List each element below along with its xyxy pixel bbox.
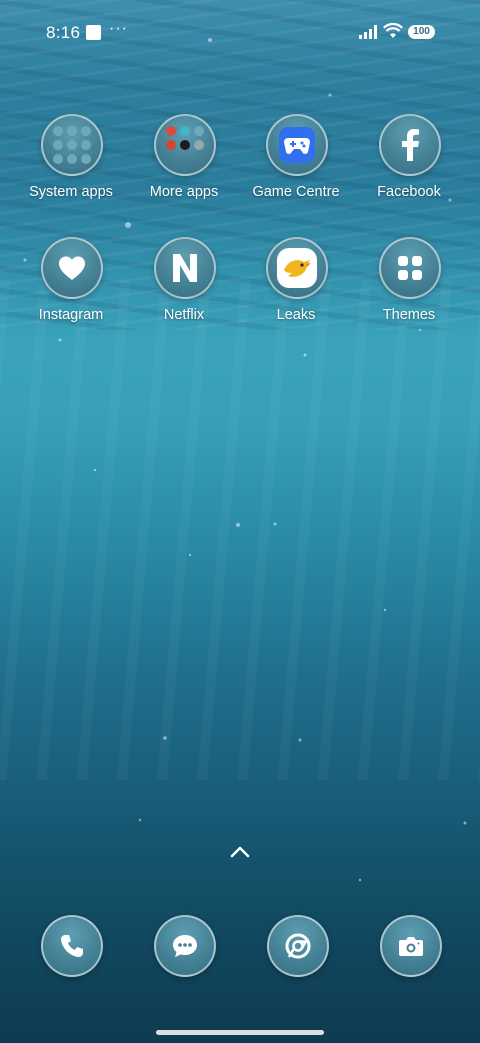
facebook-icon (379, 114, 441, 176)
battery-icon: 100 (408, 25, 435, 39)
app-label: Instagram (38, 307, 104, 323)
signal-icon (359, 25, 377, 39)
chevron-up-icon[interactable] (228, 842, 252, 862)
game-centre-icon (266, 114, 328, 176)
themes-icon (379, 237, 441, 299)
wallpaper-light-rays (0, 280, 480, 780)
dock-phone-button[interactable] (41, 915, 103, 977)
camera-icon (399, 937, 423, 956)
dock-camera-button[interactable] (380, 915, 442, 977)
chrome-icon (285, 933, 311, 959)
app-label: Facebook (377, 184, 441, 200)
app-label: Netflix (163, 307, 205, 323)
wifi-icon (383, 23, 403, 38)
system-apps-folder-icon (41, 114, 103, 176)
app-label: Game Centre (252, 184, 340, 200)
messages-icon (173, 935, 197, 957)
app-label: More apps (149, 184, 219, 200)
notification-more-icon: ··· (109, 20, 128, 37)
dock-messages-button[interactable] (154, 915, 216, 977)
status-time: 8:16 (46, 23, 81, 42)
app-label: System apps (29, 184, 113, 200)
dock-chrome-button[interactable] (267, 915, 329, 977)
notification-square-icon (86, 25, 101, 40)
netflix-icon (154, 237, 216, 299)
status-bar: 8:16 ··· 100 (0, 0, 480, 64)
app-label: Themes (382, 307, 436, 323)
leaks-icon (266, 237, 328, 299)
instagram-icon (41, 237, 103, 299)
more-apps-folder-icon (154, 114, 216, 176)
home-indicator[interactable] (156, 1030, 324, 1035)
app-label: Leaks (276, 307, 316, 323)
phone-icon (61, 935, 83, 957)
